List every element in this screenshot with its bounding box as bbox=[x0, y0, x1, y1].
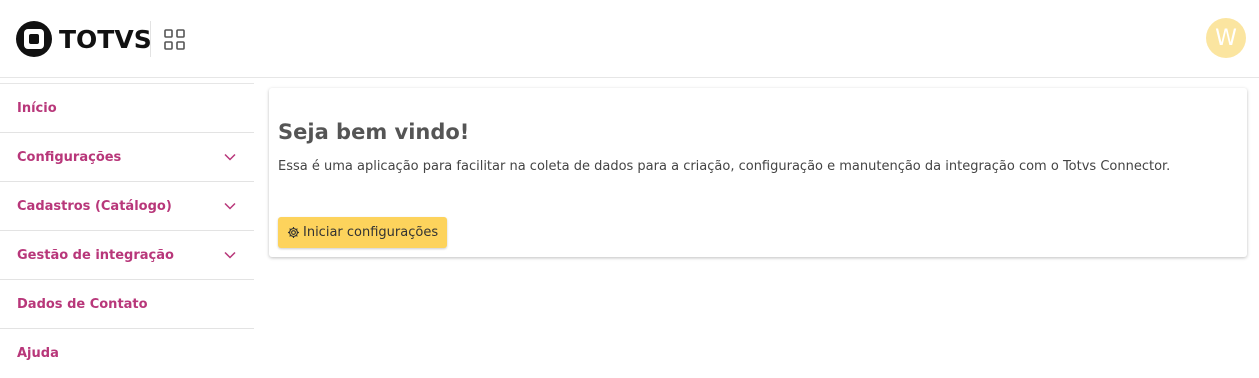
header-divider bbox=[150, 21, 151, 57]
chevron-down-icon bbox=[224, 251, 236, 259]
welcome-description: Essa é uma aplicação para facilitar na c… bbox=[278, 159, 1171, 174]
totvs-logo[interactable]: TOTVS bbox=[16, 20, 152, 58]
sidebar-item-ajuda[interactable]: Ajuda bbox=[0, 329, 254, 378]
sidebar-item-configuracoes[interactable]: Configurações bbox=[0, 133, 254, 182]
totvs-logo-icon bbox=[16, 21, 52, 57]
user-avatar[interactable]: W bbox=[1206, 18, 1246, 58]
brand-name: TOTVS bbox=[59, 24, 152, 54]
sidebar-item-inicio[interactable]: Início bbox=[0, 84, 254, 133]
start-button-label: Iniciar configurações bbox=[303, 225, 439, 240]
page-title: Seja bem vindo! bbox=[278, 120, 470, 144]
chevron-down-icon bbox=[224, 153, 236, 161]
sidebar-item-label: Ajuda bbox=[17, 346, 59, 361]
sidebar-item-label: Dados de Contato bbox=[17, 296, 148, 312]
sidebar-item-label: Cadastros (Catálogo) bbox=[17, 198, 172, 214]
sidebar-item-label: Início bbox=[17, 100, 57, 116]
sidebar-item-label: Gestão de integração bbox=[17, 247, 174, 263]
sidebar-item-gestao-integracao[interactable]: Gestão de integração bbox=[0, 231, 254, 280]
start-configurations-button[interactable]: Iniciar configurações bbox=[278, 217, 448, 248]
sidebar-item-cadastros[interactable]: Cadastros (Catálogo) bbox=[0, 182, 254, 231]
apps-grid-icon[interactable] bbox=[164, 29, 185, 50]
welcome-card: Seja bem vindo! Essa é uma aplicação par… bbox=[269, 88, 1247, 257]
sidebar-item-label: Configurações bbox=[17, 149, 122, 165]
chevron-down-icon bbox=[224, 202, 236, 210]
top-bar: TOTVS W bbox=[0, 0, 1259, 78]
sidebar-item-dados-contato[interactable]: Dados de Contato bbox=[0, 280, 254, 329]
sidebar-menu: Início Configurações Cadastros (Catálogo… bbox=[0, 83, 254, 373]
gear-icon bbox=[287, 226, 300, 239]
